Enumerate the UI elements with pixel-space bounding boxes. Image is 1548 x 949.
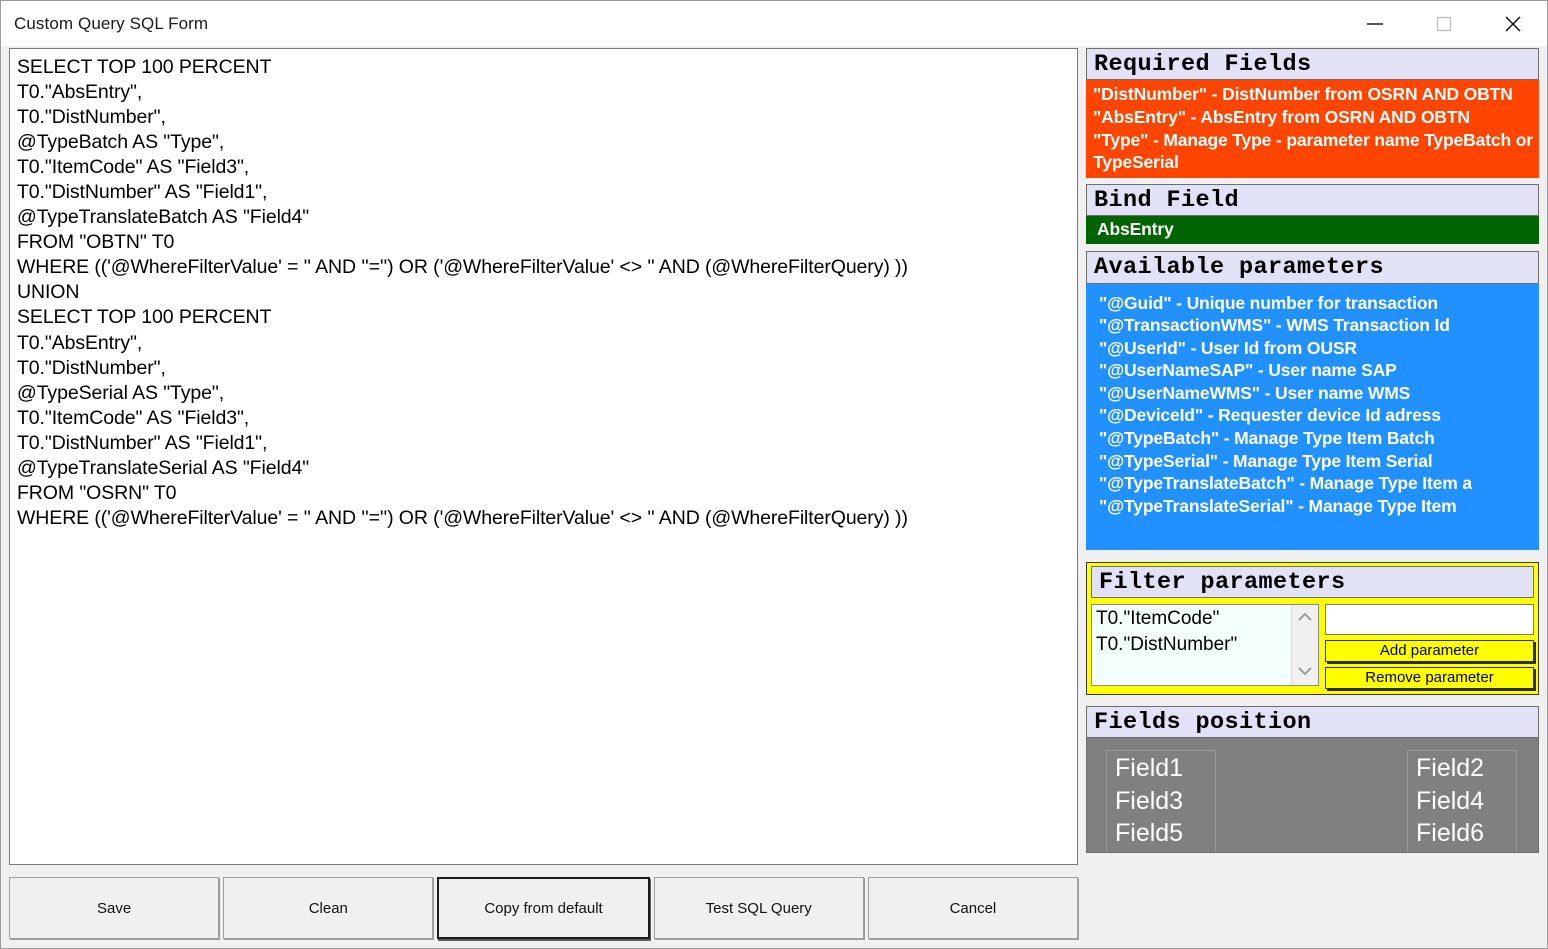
field-label[interactable]: Field5 xyxy=(1115,817,1207,850)
bind-field-header: Bind Field xyxy=(1086,184,1539,216)
window-title: Custom Query SQL Form xyxy=(1,14,208,34)
fields-position-section: Fields position Field1 Field3 Field5 Fie… xyxy=(1086,706,1539,853)
parameter-item: "@TransactionWMS" - WMS Transaction Id xyxy=(1099,314,1539,337)
list-item[interactable]: T0."DistNumber" xyxy=(1096,632,1291,659)
bind-field-value-box[interactable]: AbsEntry xyxy=(1086,216,1539,244)
filter-list-scrollbar[interactable] xyxy=(1291,605,1318,685)
close-button[interactable] xyxy=(1478,1,1547,46)
close-icon xyxy=(1502,13,1524,35)
available-parameters-list[interactable]: "@Guid" - Unique number for transaction … xyxy=(1086,284,1539,550)
parameter-input[interactable] xyxy=(1325,604,1534,635)
list-item[interactable]: T0."ItemCode" xyxy=(1096,606,1291,633)
filter-parameter-controls: Add parameter Remove parameter xyxy=(1325,604,1534,689)
clean-button[interactable]: Clean xyxy=(223,877,433,939)
required-fields-header: Required Fields xyxy=(1086,48,1539,80)
bind-field-section: Bind Field AbsEntry xyxy=(1086,184,1539,244)
parameter-item: "@TypeTranslateSerial" - Manage Type Ite… xyxy=(1099,495,1539,518)
maximize-icon xyxy=(1435,15,1453,33)
custom-query-sql-form-window: Custom Query SQL Form SE xyxy=(0,0,1548,949)
field-label[interactable]: Field6 xyxy=(1416,817,1508,850)
parameter-item: "@TypeSerial" - Manage Type Item Serial xyxy=(1099,450,1539,473)
form-button-bar: Save Clean Copy from default Test SQL Qu… xyxy=(1,865,1084,941)
chevron-down-icon[interactable] xyxy=(1297,663,1313,681)
bind-field-value: AbsEntry xyxy=(1097,216,1539,242)
required-fields-list: "DistNumber" - DistNumber from OSRN AND … xyxy=(1086,80,1539,177)
form-content: SELECT TOP 100 PERCENT T0."AbsEntry", T0… xyxy=(1,46,1547,948)
title-bar: Custom Query SQL Form xyxy=(1,1,1547,46)
filter-list-items: T0."ItemCode" T0."DistNumber" xyxy=(1092,605,1291,685)
field-label[interactable]: Field1 xyxy=(1115,752,1207,785)
parameter-item: "@Guid" - Unique number for transaction xyxy=(1099,292,1539,315)
minimize-icon xyxy=(1364,18,1386,30)
sql-query-textarea[interactable]: SELECT TOP 100 PERCENT T0."AbsEntry", T0… xyxy=(10,49,1077,531)
maximize-button[interactable] xyxy=(1409,1,1478,46)
minimize-button[interactable] xyxy=(1340,1,1409,46)
remove-parameter-button[interactable]: Remove parameter xyxy=(1325,667,1534,689)
available-parameters-section: Available parameters "@Guid" - Unique nu… xyxy=(1086,251,1539,549)
parameter-item: "@UserId" - User Id from OUSR xyxy=(1099,337,1539,360)
required-fields-section: Required Fields "DistNumber" - DistNumbe… xyxy=(1086,48,1539,178)
chevron-up-icon[interactable] xyxy=(1297,609,1313,627)
fields-position-header: Fields position xyxy=(1086,706,1539,738)
save-button[interactable]: Save xyxy=(9,877,219,939)
cancel-button[interactable]: Cancel xyxy=(868,877,1078,939)
filter-parameters-header: Filter parameters xyxy=(1091,566,1534,598)
field-label[interactable]: Field2 xyxy=(1416,752,1508,785)
add-parameter-button[interactable]: Add parameter xyxy=(1325,640,1534,662)
field-label[interactable]: Field3 xyxy=(1115,785,1207,818)
left-column: SELECT TOP 100 PERCENT T0."AbsEntry", T0… xyxy=(1,46,1084,948)
copy-from-default-button[interactable]: Copy from default xyxy=(437,877,649,939)
fields-position-body: Field1 Field3 Field5 Field2 Field4 Field… xyxy=(1086,738,1539,853)
filter-parameters-section: Filter parameters T0."ItemCode" T0."Dist… xyxy=(1086,562,1539,695)
filter-parameters-body: T0."ItemCode" T0."DistNumber" xyxy=(1091,604,1534,689)
required-field-item: "DistNumber" - DistNumber from OSRN AND … xyxy=(1093,83,1539,106)
parameter-item: "@UserNameSAP" - User name SAP xyxy=(1099,359,1539,382)
test-sql-query-button[interactable]: Test SQL Query xyxy=(654,877,864,939)
parameter-item: "@UserNameWMS" - User name WMS xyxy=(1099,382,1539,405)
parameter-item: "@TypeTranslateBatch" - Manage Type Item… xyxy=(1099,472,1539,495)
window-controls xyxy=(1340,1,1547,46)
fields-position-right-column[interactable]: Field2 Field4 Field6 xyxy=(1407,750,1517,853)
required-field-item: "AbsEntry" - AbsEntry from OSRN AND OBTN xyxy=(1093,106,1539,129)
right-panel: Required Fields "DistNumber" - DistNumbe… xyxy=(1084,46,1543,948)
field-label[interactable]: Field4 xyxy=(1416,785,1508,818)
filter-parameters-listbox[interactable]: T0."ItemCode" T0."DistNumber" xyxy=(1091,604,1319,686)
parameter-item: "@DeviceId" - Requester device Id adress xyxy=(1099,404,1539,427)
required-field-item: "Type" - Manage Type - parameter name Ty… xyxy=(1093,129,1539,174)
sql-editor-container[interactable]: SELECT TOP 100 PERCENT T0."AbsEntry", T0… xyxy=(9,48,1078,865)
parameter-item: "@TypeBatch" - Manage Type Item Batch xyxy=(1099,427,1539,450)
available-parameters-header: Available parameters xyxy=(1086,251,1539,283)
fields-position-left-column[interactable]: Field1 Field3 Field5 xyxy=(1106,750,1216,853)
